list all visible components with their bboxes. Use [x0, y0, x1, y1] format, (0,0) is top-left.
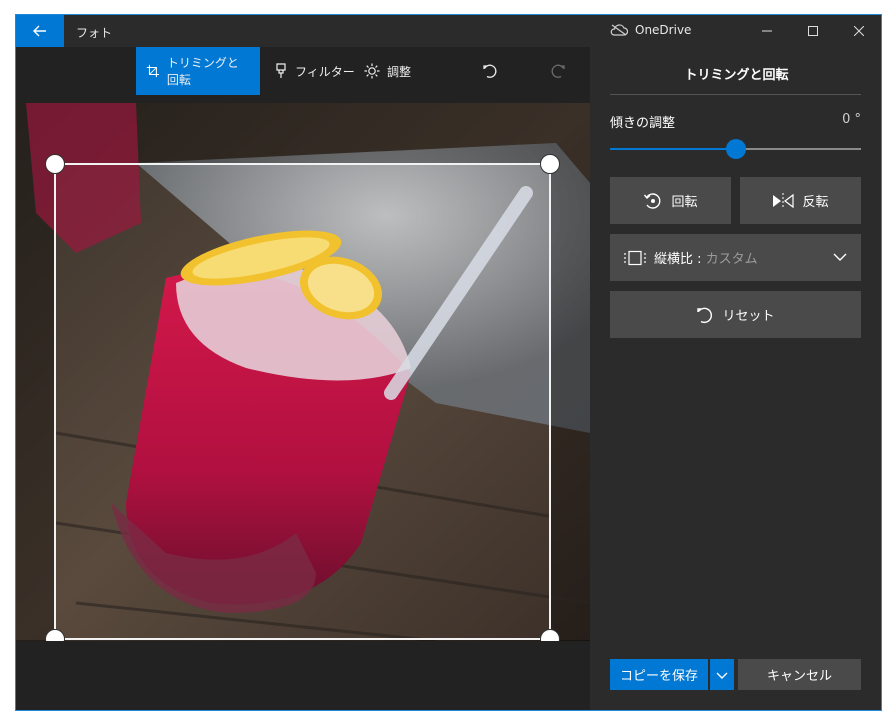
- reset-label: リセット: [722, 309, 775, 324]
- aspect-ratio-dropdown[interactable]: 縦横比 : カスタム: [610, 234, 861, 281]
- brush-icon: [276, 63, 286, 78]
- aspect-ratio-icon: [624, 250, 646, 265]
- brightness-icon: [364, 63, 380, 79]
- tab-crop-rotate[interactable]: トリミングと回転: [136, 47, 260, 95]
- tilt-slider-fill: [610, 148, 736, 150]
- close-button[interactable]: [836, 15, 881, 47]
- crop-handle-top-right[interactable]: [540, 154, 560, 174]
- maximize-icon: [808, 26, 818, 36]
- crop-rotate-panel: トリミングと回転 傾きの調整 0 ° 回転 反転 縦横比: カスタム リセット…: [590, 47, 881, 710]
- aspect-ratio-value: カスタム: [705, 252, 758, 267]
- cancel-button[interactable]: キャンセル: [738, 659, 861, 690]
- rotate-label: 回転: [671, 195, 698, 210]
- cloud-off-icon: [610, 24, 628, 36]
- tab-filter-label: フィルター: [295, 64, 355, 79]
- flip-label: 反転: [802, 195, 829, 210]
- panel-divider: [610, 94, 861, 95]
- aspect-ratio-label: 縦横比 :: [654, 252, 706, 267]
- app-title: フォト: [76, 26, 113, 40]
- reset-button[interactable]: リセット: [610, 291, 861, 338]
- title-bar: フォト OneDrive: [16, 15, 881, 47]
- photos-window: フォト OneDrive トリミングと回転 フィルター 調整 トリミングと回転 …: [15, 14, 882, 711]
- tab-adjust[interactable]: 調整: [354, 47, 421, 95]
- tab-filter[interactable]: フィルター: [264, 47, 365, 95]
- crop-handle-top-left[interactable]: [45, 154, 65, 174]
- edit-toolbar: トリミングと回転 フィルター 調整: [16, 47, 590, 95]
- crop-handle-bottom-left[interactable]: [45, 629, 65, 641]
- tilt-slider-thumb[interactable]: [725, 139, 746, 159]
- undo-button[interactable]: [474, 47, 506, 95]
- tilt-value: 0 °: [842, 112, 861, 127]
- onedrive-status[interactable]: OneDrive: [610, 23, 691, 37]
- back-button[interactable]: [16, 15, 64, 47]
- panel-title: トリミングと回転: [684, 68, 789, 83]
- tilt-slider[interactable]: [610, 139, 861, 159]
- rotate-button[interactable]: 回転: [610, 177, 731, 224]
- photo-canvas[interactable]: [16, 103, 590, 641]
- chevron-down-icon: [716, 672, 728, 679]
- minimize-button[interactable]: [744, 15, 790, 47]
- minimize-icon: [762, 30, 772, 32]
- onedrive-label: OneDrive: [635, 23, 692, 37]
- crop-icon: [146, 64, 159, 78]
- aspect-ratio-text: 縦横比 : カスタム: [654, 248, 758, 267]
- undo-icon: [483, 64, 497, 78]
- crop-frame[interactable]: [45, 154, 560, 641]
- arrow-left-icon: [33, 25, 46, 37]
- reset-icon: [697, 307, 713, 323]
- save-copy-button[interactable]: コピーを保存: [610, 659, 708, 690]
- tab-adjust-label: 調整: [387, 64, 412, 79]
- redo-button[interactable]: [542, 47, 574, 95]
- chevron-down-icon: [833, 253, 847, 261]
- flip-button[interactable]: 反転: [740, 177, 861, 224]
- tab-crop-rotate-label: トリミングと回転: [166, 56, 239, 87]
- tilt-label: 傾きの調整: [610, 116, 676, 131]
- redo-icon: [551, 64, 565, 78]
- rotate-icon: [644, 192, 661, 209]
- close-icon: [854, 26, 864, 36]
- flip-icon: [773, 192, 795, 209]
- maximize-button[interactable]: [790, 15, 836, 47]
- save-options-button[interactable]: [710, 659, 734, 690]
